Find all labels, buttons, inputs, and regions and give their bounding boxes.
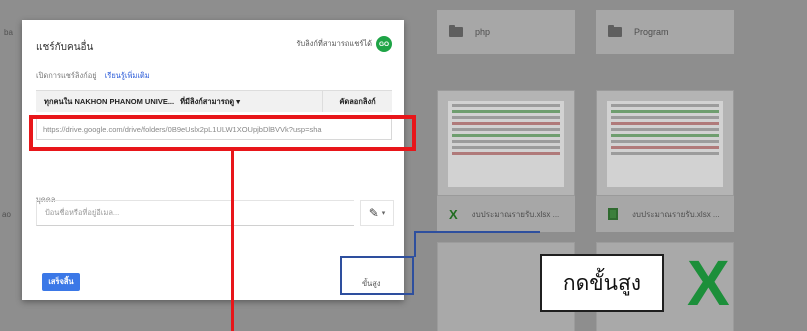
shareable-link-label: รับลิงก์ที่สามารถแชร์ได้ xyxy=(296,39,372,48)
copy-link-button[interactable]: คัดลอกลิงก์ xyxy=(322,91,392,112)
permission-row: ทุกคนใน NAKHON PHANOM UNIVE... ที่มีลิงก… xyxy=(36,90,392,112)
annotation-advanced-highlight xyxy=(340,256,414,295)
learn-more-link[interactable]: เรียนรู้เพิ่มเติม xyxy=(105,71,150,80)
annotation-blue-connector xyxy=(414,231,540,233)
excel-x-icon: X xyxy=(449,206,458,222)
permission-edit-button[interactable]: ✎ ▾ xyxy=(360,200,394,226)
annotation-red-pointer xyxy=(231,151,234,331)
folder-name: php xyxy=(475,27,491,37)
left-edge-label: ba xyxy=(4,28,13,37)
folder-icon xyxy=(449,25,463,37)
chevron-down-icon: ▾ xyxy=(381,210,386,217)
sheets-icon xyxy=(608,208,618,220)
file-name: งบประมาณรายรับ.xlsx ... xyxy=(471,209,560,219)
left-edge-label: ao xyxy=(2,210,11,219)
folder-icon xyxy=(608,25,622,37)
pencil-icon: ✎ xyxy=(368,206,379,220)
annotation-callout: กดขั้นสูง xyxy=(540,254,664,312)
file-thumbnail[interactable] xyxy=(596,90,734,196)
permission-level-dropdown[interactable]: ที่มีลิงก์สามารถดู ▾ xyxy=(180,96,240,108)
folder-program[interactable]: Program xyxy=(596,10,734,54)
folder-name: Program xyxy=(634,27,669,37)
annotation-url-highlight xyxy=(29,115,416,151)
excel-file-icon: X xyxy=(687,247,730,319)
permission-scope[interactable]: ทุกคนใน NAKHON PHANOM UNIVE... xyxy=(44,96,174,108)
file-thumbnail[interactable] xyxy=(437,90,575,196)
link-sharing-status: เปิดการแชร์ลิงก์อยู่ เรียนรู้เพิ่มเติม xyxy=(36,70,150,82)
done-button[interactable]: เสร็จสิ้น xyxy=(42,273,80,291)
shareable-link-toggle[interactable]: รับลิงก์ที่สามารถแชร์ได้ GO xyxy=(296,36,392,52)
folder-php[interactable]: php xyxy=(437,10,575,54)
dialog-title: แชร์กับคนอื่น xyxy=(36,42,94,53)
file-item[interactable]: X งบประมาณรายรับ.xlsx ... xyxy=(437,196,575,232)
annotation-blue-connector xyxy=(414,231,416,257)
people-input[interactable]: ป้อนชื่อหรือที่อยู่อีเมล... xyxy=(36,200,354,226)
link-sharing-label: เปิดการแชร์ลิงก์อยู่ xyxy=(36,71,97,80)
avatar: GO xyxy=(376,36,392,52)
file-item[interactable]: งบประมาณรายรับ.xlsx ... xyxy=(596,196,734,232)
file-name: งบประมาณรายรับ.xlsx ... xyxy=(632,209,720,219)
